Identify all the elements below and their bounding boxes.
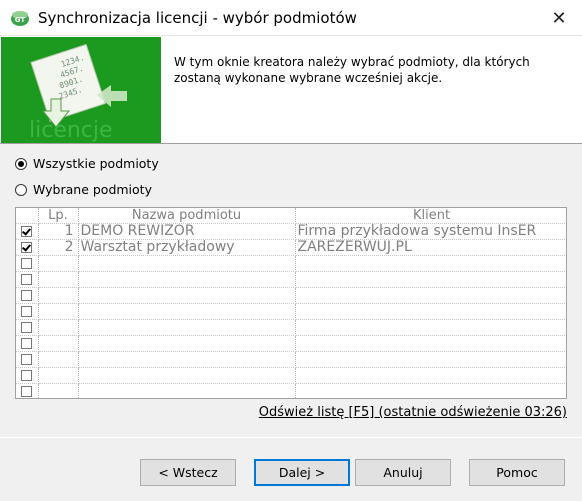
- title-bar: GT Synchronizacja licencji - wybór podmi…: [0, 0, 582, 36]
- row-lp: [38, 255, 79, 272]
- cancel-button[interactable]: Anuluj: [355, 459, 451, 486]
- row-lp: [38, 287, 79, 304]
- table-row[interactable]: [16, 335, 566, 352]
- row-checkbox-cell[interactable]: [16, 319, 39, 336]
- row-name: [78, 367, 296, 384]
- row-client: ZAREZERWUJ.PL: [295, 239, 566, 256]
- wizard-header: licencje 1234. 4567. 8901. 2345. W tym o…: [0, 36, 582, 144]
- row-checkbox-cell[interactable]: [16, 303, 39, 320]
- footer-separator: [0, 437, 582, 438]
- table-row[interactable]: [16, 367, 566, 384]
- row-checkbox-cell[interactable]: [16, 367, 39, 384]
- row-name: [78, 351, 296, 368]
- table-row[interactable]: [16, 303, 566, 320]
- row-lp: [38, 271, 79, 288]
- row-lp: 2: [38, 239, 79, 256]
- table-row[interactable]: [16, 351, 566, 368]
- row-checkbox[interactable]: [21, 305, 33, 317]
- row-name: [78, 319, 296, 336]
- table-row[interactable]: 1 DEMO REWIZOR Firma przykładowa systemu I…: [16, 223, 566, 240]
- app-gt-icon: GT: [11, 11, 29, 26]
- row-client: [295, 271, 566, 288]
- wizard-description: W tym oknie kreatora należy wybrać podmi…: [174, 55, 530, 85]
- row-checkbox-cell[interactable]: [16, 383, 39, 398]
- row-checkbox-cell[interactable]: [16, 351, 39, 368]
- row-client: [295, 367, 566, 384]
- row-checkbox[interactable]: [21, 385, 33, 397]
- row-name: [78, 303, 296, 320]
- row-checkbox[interactable]: [21, 353, 33, 365]
- radio-selected-indicator[interactable]: [15, 183, 27, 196]
- header-check: [16, 208, 39, 224]
- header-lp[interactable]: Lp.: [38, 208, 79, 224]
- entities-grid[interactable]: Lp. Nazwa podmiotu Klient 1 DEMO REWIZOR F…: [15, 207, 567, 399]
- svg-text:GT: GT: [15, 16, 26, 24]
- close-icon: ✕: [551, 7, 567, 29]
- row-name: [78, 271, 296, 288]
- row-client: [295, 319, 566, 336]
- next-button[interactable]: Dalej >: [254, 459, 350, 486]
- row-lp: [38, 351, 79, 368]
- row-checkbox-cell[interactable]: [16, 223, 39, 240]
- row-client: [295, 303, 566, 320]
- row-checkbox[interactable]: [21, 289, 33, 301]
- row-name: [78, 287, 296, 304]
- refresh-list-link[interactable]: Odśwież listę [F5] (ostatnie odświeżenie…: [259, 405, 567, 420]
- table-row[interactable]: [16, 287, 566, 304]
- row-name: Warsztat przykładowy: [78, 239, 296, 256]
- row-client: [295, 287, 566, 304]
- row-checkbox-cell[interactable]: [16, 335, 39, 352]
- row-checkbox[interactable]: [21, 225, 33, 237]
- licence-banner-image: licencje 1234. 4567. 8901. 2345.: [1, 37, 161, 143]
- row-client: Firma przykładowa systemu InsER: [295, 223, 566, 240]
- row-checkbox[interactable]: [21, 273, 33, 285]
- row-name: [78, 335, 296, 352]
- table-row[interactable]: 2 Warsztat przykładowy ZAREZERWUJ.PL: [16, 239, 566, 256]
- radio-selected-entities[interactable]: Wybrane podmioty: [15, 182, 152, 197]
- table-row[interactable]: [16, 319, 566, 336]
- radio-all-label: Wszystkie podmioty: [33, 156, 159, 171]
- row-lp: [38, 383, 79, 398]
- row-lp: [38, 319, 79, 336]
- row-lp: [38, 367, 79, 384]
- radio-all-entities[interactable]: Wszystkie podmioty: [15, 156, 159, 171]
- row-lp: 1: [38, 223, 79, 240]
- table-row[interactable]: [16, 383, 566, 398]
- radio-all-indicator[interactable]: [15, 157, 27, 170]
- row-client: [295, 335, 566, 352]
- row-name: [78, 255, 296, 272]
- window-title: Synchronizacja licencji - wybór podmiotó…: [38, 9, 357, 27]
- close-button[interactable]: ✕: [536, 0, 582, 36]
- row-checkbox-cell[interactable]: [16, 287, 39, 304]
- entities-table: Lp. Nazwa podmiotu Klient 1 DEMO REWIZOR F…: [16, 208, 566, 398]
- row-name: DEMO REWIZOR: [78, 223, 296, 240]
- row-checkbox[interactable]: [21, 257, 33, 269]
- header-name[interactable]: Nazwa podmiotu: [78, 208, 296, 224]
- row-checkbox[interactable]: [21, 241, 33, 253]
- grid-header-row: Lp. Nazwa podmiotu Klient: [16, 208, 566, 224]
- row-checkbox[interactable]: [21, 369, 33, 381]
- row-name: [78, 383, 296, 398]
- header-client[interactable]: Klient: [295, 208, 566, 224]
- banner-watermark: licencje: [29, 118, 113, 143]
- row-checkbox[interactable]: [21, 337, 33, 349]
- row-checkbox-cell[interactable]: [16, 239, 39, 256]
- back-button[interactable]: < Wstecz: [140, 459, 236, 486]
- row-lp: [38, 335, 79, 352]
- row-lp: [38, 303, 79, 320]
- help-button[interactable]: Pomoc: [469, 459, 565, 486]
- table-row[interactable]: [16, 255, 566, 272]
- row-checkbox[interactable]: [21, 321, 33, 333]
- row-client: [295, 255, 566, 272]
- row-client: [295, 383, 566, 398]
- row-checkbox-cell[interactable]: [16, 255, 39, 272]
- row-checkbox-cell[interactable]: [16, 271, 39, 288]
- row-client: [295, 351, 566, 368]
- table-row[interactable]: [16, 271, 566, 288]
- radio-selected-label: Wybrane podmioty: [33, 182, 152, 197]
